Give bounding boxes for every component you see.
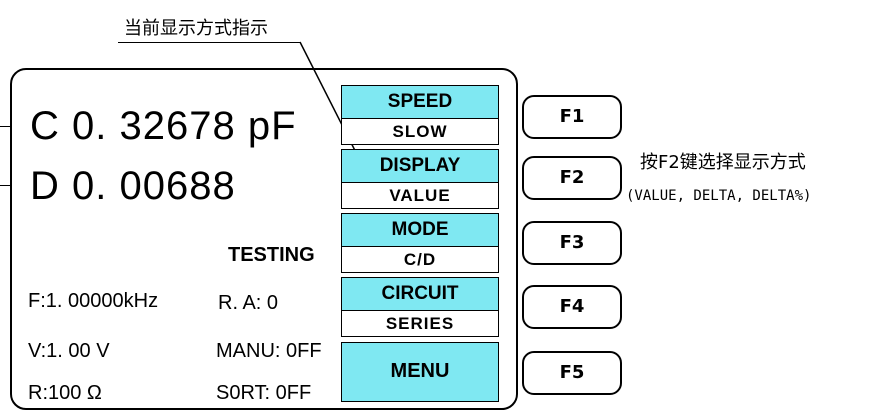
f2-note: 按F2键选择显示方式 [640, 152, 806, 173]
softkey-title: SPEED [342, 86, 498, 119]
f1-button[interactable]: F1 [522, 95, 622, 139]
side-tick [0, 126, 10, 127]
dissipation-readout: D 0. 00688 [30, 164, 236, 208]
range-readout: R. A: 0 [218, 292, 279, 314]
softkey-mode[interactable]: MODE C/D [341, 213, 499, 273]
softkey-value: SLOW [342, 119, 498, 144]
manual-status: MANU: 0FF [216, 340, 322, 362]
sort-status: S0RT: 0FF [216, 382, 312, 404]
softkey-menu[interactable]: MENU [341, 342, 499, 402]
softkey-title: DISPLAY [342, 150, 498, 183]
f2-button[interactable]: F2 [522, 156, 622, 200]
softkey-title: MODE [342, 214, 498, 247]
status-text: TESTING [228, 244, 315, 266]
softkey-value: SERIES [342, 311, 498, 336]
softkey-value: VALUE [342, 183, 498, 208]
softkey-speed[interactable]: SPEED SLOW [341, 85, 499, 145]
softkey-title: CIRCUIT [342, 278, 498, 311]
f4-button[interactable]: F4 [522, 285, 622, 329]
source-resistance-readout: R:100 Ω [28, 382, 102, 404]
f5-button[interactable]: F5 [522, 351, 622, 395]
capacitance-readout: C 0. 32678 pF [30, 104, 297, 148]
voltage-readout: V:1. 00 V [28, 340, 110, 362]
frequency-readout: F:1. 00000kHz [28, 290, 159, 312]
side-tick [0, 185, 10, 186]
softkey-value: C/D [342, 247, 498, 272]
f3-button[interactable]: F3 [522, 221, 622, 265]
softkey-display[interactable]: DISPLAY VALUE [341, 149, 499, 209]
softkey-circuit[interactable]: CIRCUIT SERIES [341, 277, 499, 337]
display-options-note: (VALUE, DELTA, DELTA%) [626, 188, 812, 204]
